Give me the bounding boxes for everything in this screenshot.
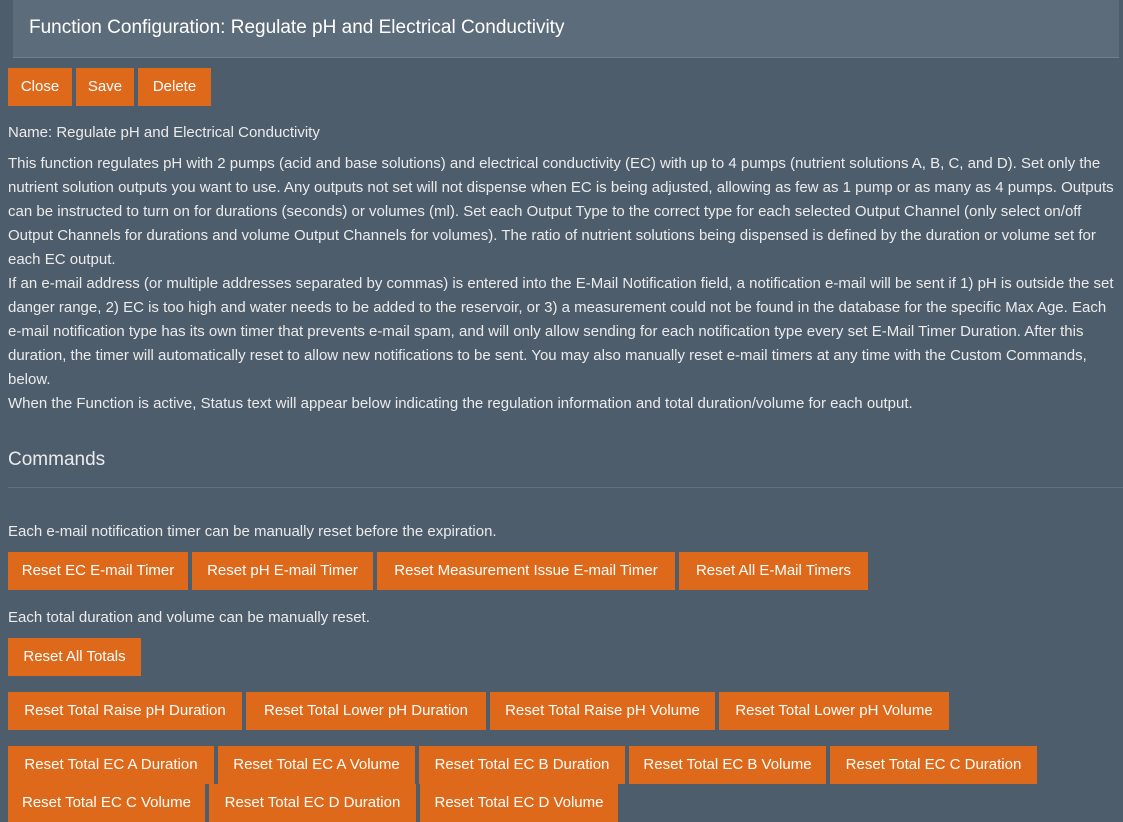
function-description: This function regulates pH with 2 pumps … bbox=[8, 152, 1118, 416]
section-divider bbox=[8, 487, 1123, 488]
reset-total-lower-ph-duration-button[interactable]: Reset Total Lower pH Duration bbox=[246, 692, 486, 730]
email-timer-note: Each e-mail notification timer can be ma… bbox=[8, 523, 497, 540]
description-paragraph: This function regulates pH with 2 pumps … bbox=[8, 155, 1114, 268]
reset-total-ec-d-duration-button[interactable]: Reset Total EC D Duration bbox=[209, 784, 416, 822]
reset-total-ec-d-volume-button[interactable]: Reset Total EC D Volume bbox=[420, 784, 618, 822]
reset-ph-email-timer-button[interactable]: Reset pH E-mail Timer bbox=[192, 552, 373, 590]
reset-all-totals-button[interactable]: Reset All Totals bbox=[8, 638, 141, 676]
close-button[interactable]: Close bbox=[8, 68, 72, 106]
reset-total-ec-c-volume-button[interactable]: Reset Total EC C Volume bbox=[8, 784, 205, 822]
reset-total-ec-b-volume-button[interactable]: Reset Total EC B Volume bbox=[629, 746, 826, 784]
description-paragraph: When the Function is active, Status text… bbox=[8, 395, 913, 412]
reset-total-lower-ph-volume-button[interactable]: Reset Total Lower pH Volume bbox=[719, 692, 949, 730]
reset-measurement-issue-email-timer-button[interactable]: Reset Measurement Issue E-mail Timer bbox=[377, 552, 675, 590]
function-name: Name: Regulate pH and Electrical Conduct… bbox=[8, 124, 320, 141]
reset-total-ec-c-duration-button[interactable]: Reset Total EC C Duration bbox=[830, 746, 1037, 784]
save-button[interactable]: Save bbox=[76, 68, 134, 106]
reset-total-raise-ph-duration-button[interactable]: Reset Total Raise pH Duration bbox=[8, 692, 242, 730]
description-paragraph: If an e-mail address (or multiple addres… bbox=[8, 275, 1114, 388]
totals-note: Each total duration and volume can be ma… bbox=[8, 609, 370, 626]
delete-button[interactable]: Delete bbox=[138, 68, 211, 106]
reset-total-ec-a-volume-button[interactable]: Reset Total EC A Volume bbox=[218, 746, 415, 784]
commands-heading: Commands bbox=[8, 449, 106, 470]
modal-header: Function Configuration: Regulate pH and … bbox=[13, 0, 1119, 58]
reset-total-raise-ph-volume-button[interactable]: Reset Total Raise pH Volume bbox=[490, 692, 715, 730]
reset-all-email-timers-button[interactable]: Reset All E-Mail Timers bbox=[679, 552, 868, 590]
reset-ec-email-timer-button[interactable]: Reset EC E-mail Timer bbox=[8, 552, 188, 590]
page-title: Function Configuration: Regulate pH and … bbox=[29, 17, 565, 38]
reset-total-ec-a-duration-button[interactable]: Reset Total EC A Duration bbox=[8, 746, 214, 784]
reset-total-ec-b-duration-button[interactable]: Reset Total EC B Duration bbox=[419, 746, 625, 784]
